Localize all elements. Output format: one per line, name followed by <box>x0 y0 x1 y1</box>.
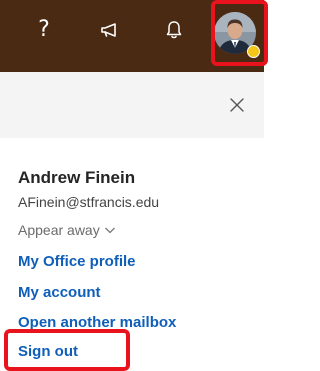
notifications-button[interactable] <box>154 10 194 50</box>
user-email: AFinein@stfrancis.edu <box>18 194 160 210</box>
chevron-down-icon <box>104 227 115 234</box>
help-button[interactable]: ? <box>24 10 64 50</box>
highlight-box-avatar <box>211 0 268 66</box>
megaphone-icon <box>101 23 116 37</box>
presence-status-dropdown[interactable]: Appear away <box>18 222 116 238</box>
presence-status-label: Appear away <box>18 222 100 238</box>
bell-icon <box>166 21 182 39</box>
help-icon: ? <box>38 17 50 42</box>
highlight-box-sign-out <box>4 329 130 371</box>
account-panel-header <box>0 72 264 138</box>
user-name: Andrew Finein <box>18 168 136 187</box>
close-button[interactable] <box>222 90 252 120</box>
close-icon <box>230 98 244 112</box>
top-navigation-bar: ? <box>0 0 268 72</box>
my-office-profile-link[interactable]: My Office profile <box>18 253 136 270</box>
my-account-link[interactable]: My account <box>18 284 101 301</box>
announcements-button[interactable] <box>90 10 130 50</box>
